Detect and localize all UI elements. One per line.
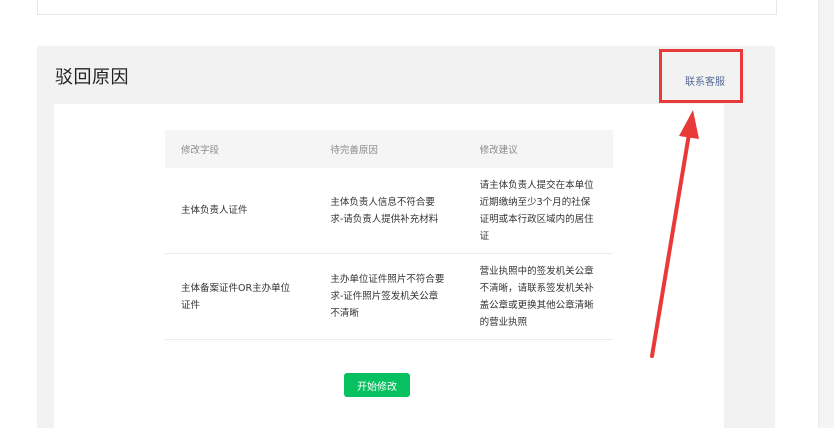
header-field: 修改字段 bbox=[165, 130, 315, 168]
header-suggestion: 修改建议 bbox=[463, 130, 613, 168]
row-suggestion: 请主体负责人提交在本单位近期缴纳至少3个月的社保证明或本行政区域内的居住证 bbox=[463, 168, 613, 254]
contact-support-link[interactable]: 联系客服 bbox=[685, 73, 725, 88]
previous-card bbox=[37, 0, 777, 15]
table-header-row: 修改字段 待完善原因 修改建议 bbox=[165, 130, 613, 168]
start-edit-button[interactable]: 开始修改 bbox=[344, 373, 410, 397]
section-title: 驳回原因 bbox=[55, 67, 129, 88]
page-scrollbar[interactable] bbox=[818, 0, 834, 428]
row-reason: 主体负责人信息不符合要求-请负责人提供补充材料 bbox=[314, 168, 464, 254]
rejection-reason-section: 驳回原因 联系客服 修改字段 待完善原因 修改建议 主体负责人证件 主体负责人信… bbox=[37, 46, 775, 428]
row-field: 主体备案证件OR主办单位证件 bbox=[165, 253, 315, 340]
row-suggestion: 营业执照中的签发机关公章不清晰，请联系签发机关补盖公章或更换其他公章清晰的营业执… bbox=[463, 253, 613, 340]
row-reason: 主办单位证件照片不符合要求-证件照片签发机关公章不清晰 bbox=[314, 253, 464, 340]
row-field: 主体负责人证件 bbox=[165, 168, 315, 254]
table-row: 主体备案证件OR主办单位证件 主办单位证件照片不符合要求-证件照片签发机关公章不… bbox=[165, 253, 613, 340]
header-reason: 待完善原因 bbox=[314, 130, 464, 168]
table-row: 主体负责人证件 主体负责人信息不符合要求-请负责人提供补充材料 请主体负责人提交… bbox=[165, 168, 613, 254]
reason-table: 修改字段 待完善原因 修改建议 主体负责人证件 主体负责人信息不符合要求-请负责… bbox=[165, 130, 613, 340]
reason-panel: 修改字段 待完善原因 修改建议 主体负责人证件 主体负责人信息不符合要求-请负责… bbox=[54, 104, 724, 428]
